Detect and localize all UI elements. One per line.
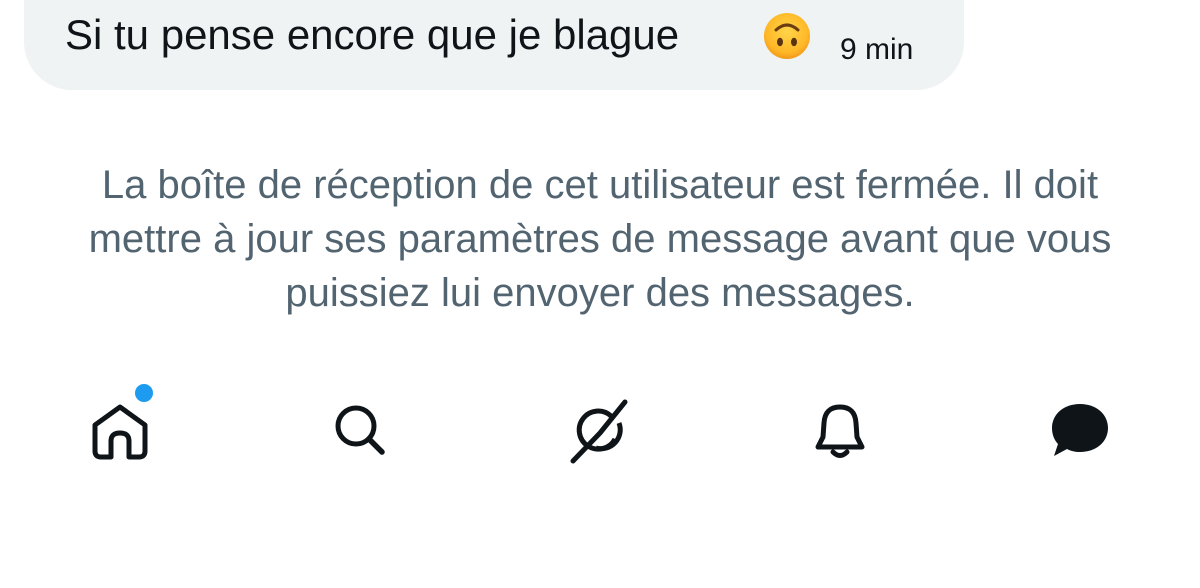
closed-inbox-notice: La boîte de réception de cet utilisateur… — [88, 163, 1112, 315]
nav-messages[interactable] — [1040, 390, 1120, 470]
search-icon — [335, 405, 385, 455]
bottom-navigation-bar — [0, 390, 1200, 470]
nav-grok[interactable] — [560, 390, 640, 470]
home-icon — [92, 404, 148, 460]
message-text: Si tu pense encore que je blague — [65, 11, 680, 58]
upside-down-face-emoji-icon — [764, 13, 810, 59]
message-timestamp: 9 min — [840, 33, 914, 66]
bell-icon — [815, 404, 865, 458]
grok-icon — [570, 399, 628, 464]
messages-icon — [1052, 404, 1108, 456]
nav-notifications[interactable] — [800, 390, 880, 470]
nav-search[interactable] — [320, 390, 400, 470]
home-notification-badge — [133, 382, 155, 404]
